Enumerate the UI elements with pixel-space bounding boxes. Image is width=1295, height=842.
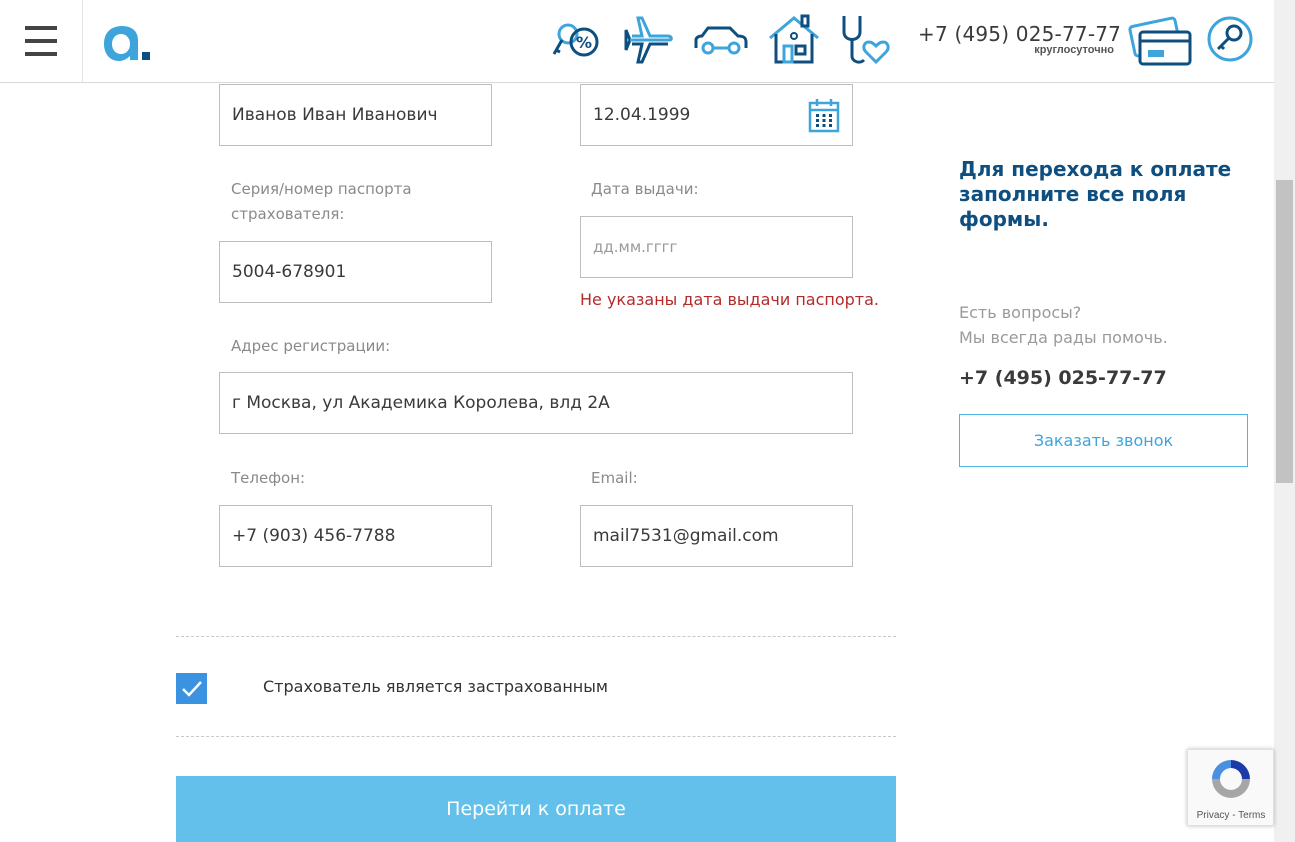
payment-notice-line2: заполните все поля xyxy=(959,182,1187,206)
car-icon[interactable] xyxy=(692,12,748,68)
divider xyxy=(176,736,896,737)
address-label: Адрес регистрации: xyxy=(231,337,391,355)
recaptcha-links[interactable]: Privacy - Terms xyxy=(1188,810,1274,821)
burger-line xyxy=(25,39,57,43)
burger-line xyxy=(25,52,57,56)
passport-label-line2: страхователя: xyxy=(231,205,345,223)
header-phone[interactable]: +7 (495) 025-77-77 круглосуточно xyxy=(918,22,1121,56)
insured-checkbox-label[interactable]: Страхователь является застрахованным xyxy=(263,677,608,696)
birthdate-value: 12.04.1999 xyxy=(593,105,691,125)
issue-date-input[interactable]: дд.мм.гггг xyxy=(580,216,853,278)
site-header: % +7 (495) 025-77-77 круглосуточно xyxy=(0,0,1274,83)
mortgage-percent-icon[interactable]: % xyxy=(548,12,604,68)
airplane-travel-icon[interactable] xyxy=(620,12,676,68)
house-icon[interactable] xyxy=(766,12,822,68)
payment-notice-line3: формы. xyxy=(959,207,1049,231)
divider xyxy=(176,636,896,637)
header-phone-number[interactable]: +7 (495) 025-77-77 xyxy=(918,22,1121,46)
passport-label: Серия/номер паспорта страхователя: xyxy=(231,177,412,227)
recaptcha-icon xyxy=(1212,760,1250,798)
insured-checkbox[interactable] xyxy=(176,673,207,704)
payment-card-icon[interactable] xyxy=(1128,14,1194,70)
go-to-payment-button[interactable]: Перейти к оплате xyxy=(176,776,896,842)
questions-line1: Есть вопросы? xyxy=(959,303,1082,322)
request-callback-button[interactable]: Заказать звонок xyxy=(959,414,1248,467)
questions-line2: Мы всегда рады помочь. xyxy=(959,328,1168,347)
recaptcha-badge[interactable]: Privacy - Terms xyxy=(1187,749,1274,826)
scrollbar-thumb[interactable] xyxy=(1276,180,1293,483)
site-logo[interactable] xyxy=(100,18,156,64)
login-key-icon[interactable] xyxy=(1205,14,1255,64)
burger-line xyxy=(25,26,57,30)
payment-notice-line1: Для перехода к оплате xyxy=(959,157,1232,181)
questions-text: Есть вопросы? Мы всегда рады помочь. xyxy=(959,300,1168,350)
issue-date-error: Не указаны дата выдачи паспорта. xyxy=(580,290,880,309)
stethoscope-health-icon[interactable] xyxy=(838,12,894,68)
email-label: Email: xyxy=(591,469,638,487)
calendar-icon[interactable] xyxy=(808,97,840,133)
phone-label: Телефон: xyxy=(231,469,306,487)
svg-text:%: % xyxy=(576,33,592,52)
passport-label-line1: Серия/номер паспорта xyxy=(231,180,412,198)
birthdate-input[interactable]: 12.04.1999 xyxy=(580,84,853,146)
menu-burger-button[interactable] xyxy=(0,0,83,82)
passport-input[interactable]: 5004-678901 xyxy=(219,241,492,303)
address-input[interactable]: г Москва, ул Академика Королева, влд 2А xyxy=(219,372,853,434)
email-input[interactable]: mail7531@gmail.com xyxy=(580,505,853,567)
phone-input[interactable]: +7 (903) 456-7788 xyxy=(219,505,492,567)
fio-input[interactable]: Иванов Иван Иванович xyxy=(219,84,492,146)
sidebar-phone[interactable]: +7 (495) 025-77-77 xyxy=(959,367,1167,389)
payment-notice: Для перехода к оплате заполните все поля… xyxy=(959,157,1249,232)
issue-date-label: Дата выдачи: xyxy=(591,180,699,198)
checkmark-icon xyxy=(182,681,202,697)
